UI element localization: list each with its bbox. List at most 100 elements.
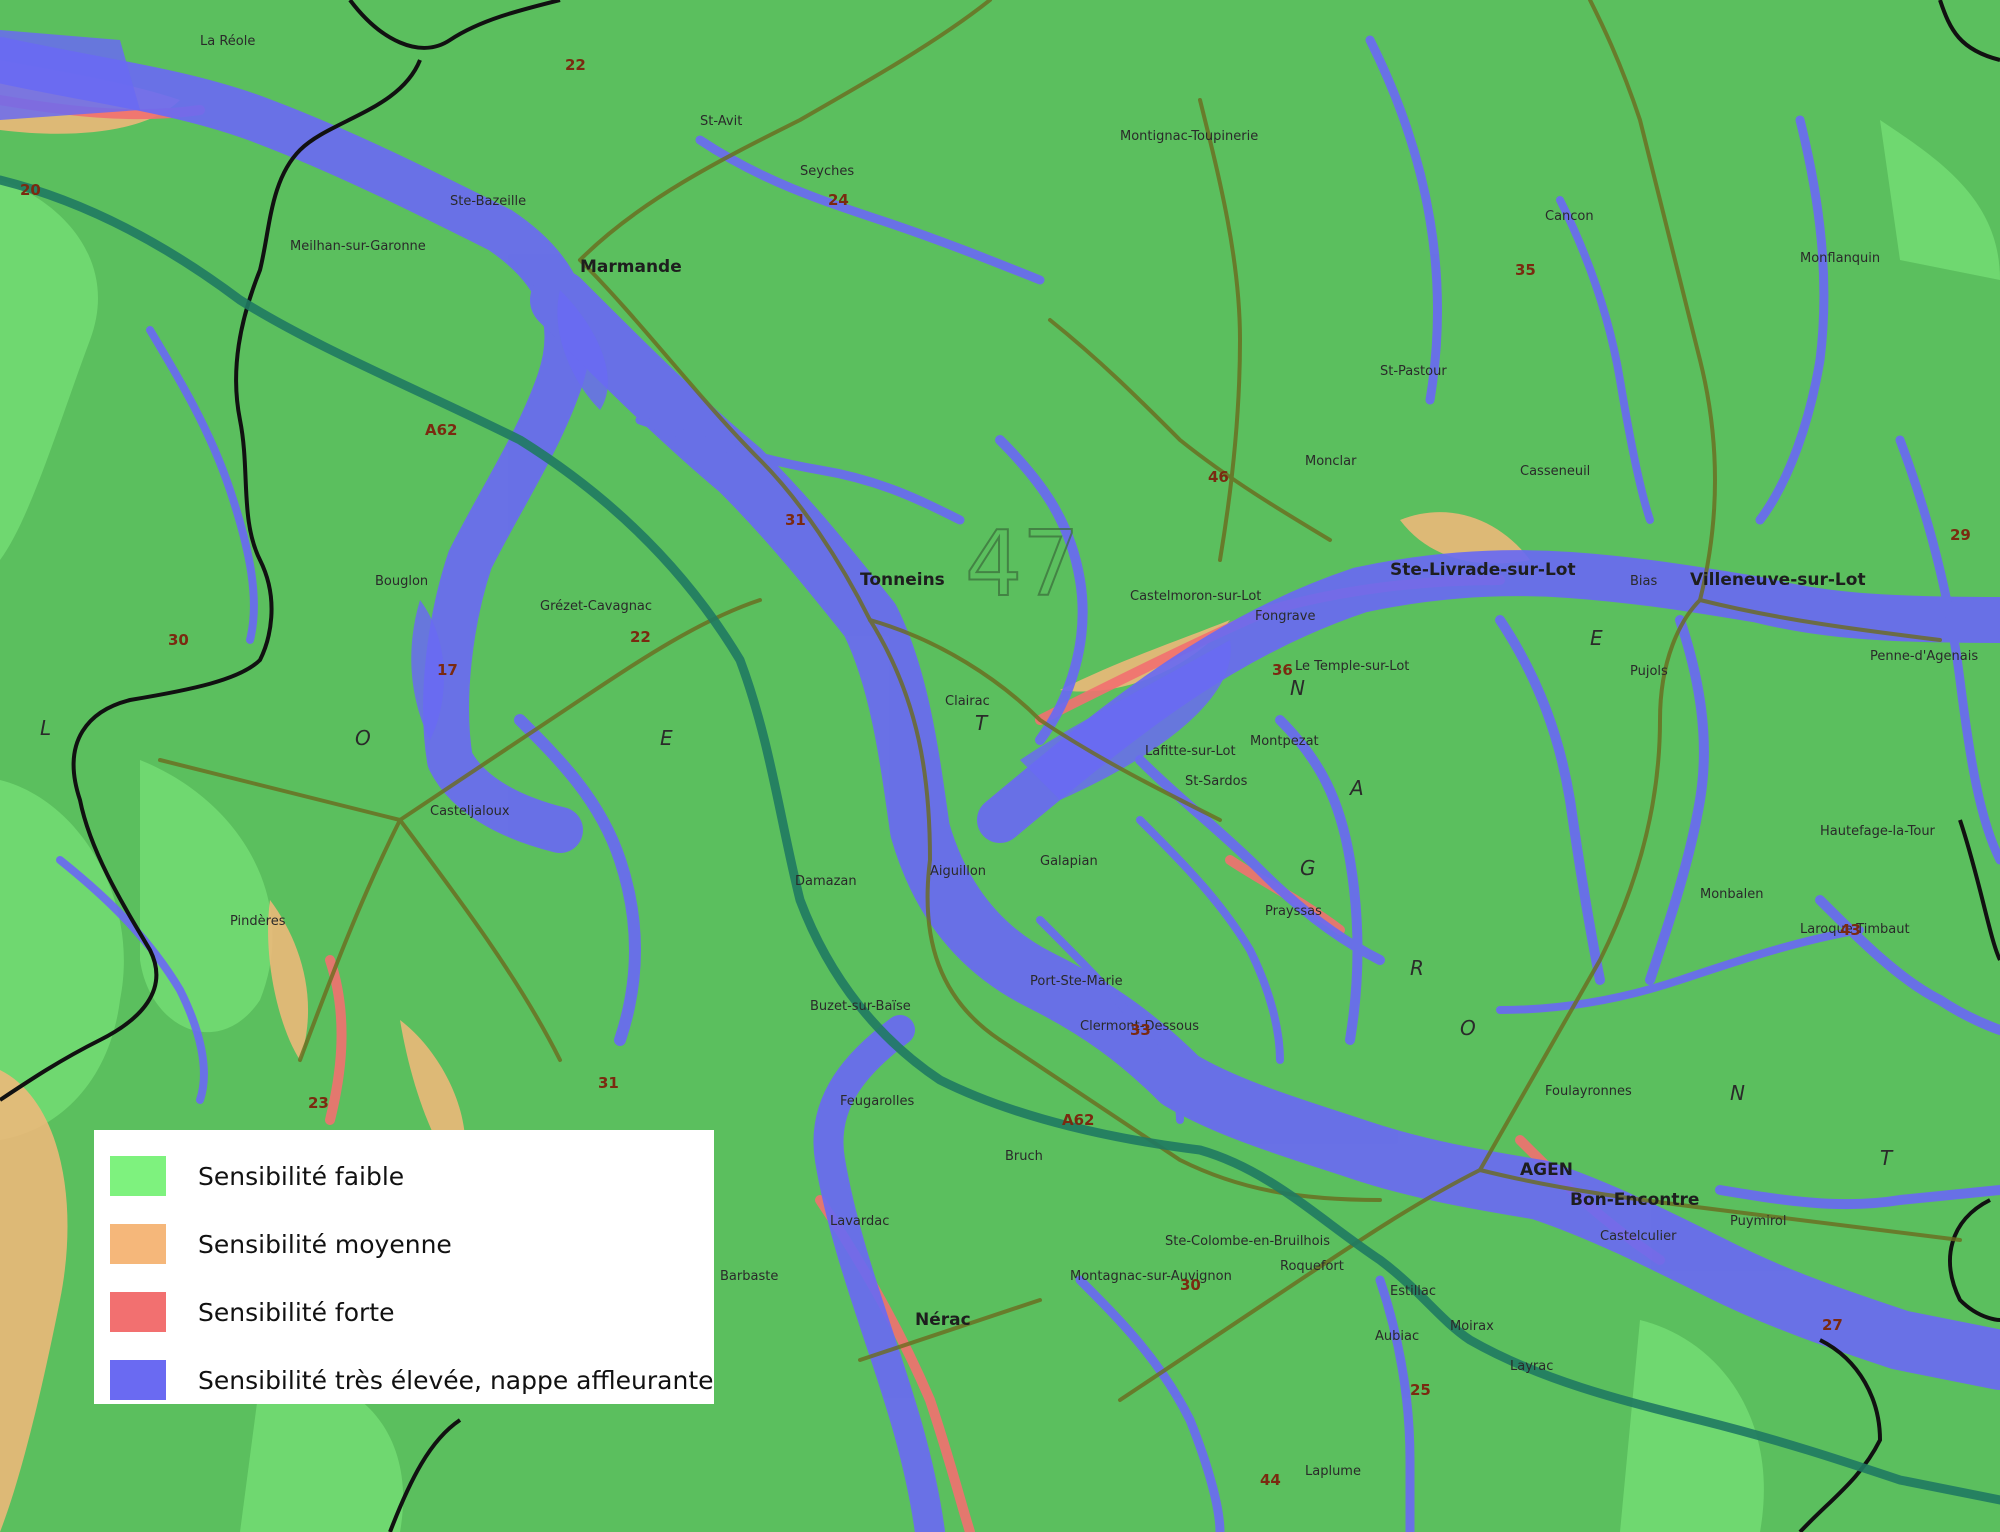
place-laplume: Laplume [1305, 1464, 1361, 1479]
place-port-ste-marie: Port-Ste-Marie [1030, 974, 1123, 989]
place-bouglon: Bouglon [375, 574, 428, 589]
place-montpezat: Montpezat [1250, 734, 1319, 749]
svg-text:24: 24 [828, 191, 849, 209]
svg-text:23: 23 [308, 1094, 329, 1112]
svg-text:35: 35 [1515, 261, 1536, 279]
svg-text:O: O [355, 726, 371, 750]
place-ste-bazeille: Ste-Bazeille [450, 194, 526, 209]
place-damazan: Damazan [795, 874, 857, 889]
place-galapian: Galapian [1040, 854, 1098, 869]
legend-label: Sensibilité forte [198, 1297, 395, 1327]
place-casteljaloux: Casteljaloux [430, 804, 510, 819]
place-penne: Penne-d'Agenais [1870, 649, 1978, 664]
svg-text:G: G [1300, 856, 1316, 880]
svg-text:22: 22 [630, 628, 651, 646]
place-casseneuil: Casseneuil [1520, 464, 1590, 479]
place-roquefort: Roquefort [1280, 1259, 1344, 1274]
legend-item-moyenne: Sensibilité moyenne [110, 1210, 714, 1278]
place-castelmoron: Castelmoron-sur-Lot [1130, 589, 1261, 604]
svg-text:43: 43 [1840, 921, 1861, 939]
place-st-avit: St-Avit [700, 114, 742, 129]
place-pinderes: Pindères [230, 914, 286, 929]
legend-swatch [110, 1224, 166, 1264]
place-hautefage: Hautefage-la-Tour [1820, 824, 1936, 839]
legend-swatch [110, 1292, 166, 1332]
place-monflanquin: Monflanquin [1800, 251, 1880, 266]
svg-text:17: 17 [437, 661, 458, 679]
place-le-temple: Le Temple-sur-Lot [1295, 659, 1409, 674]
svg-text:R: R [1410, 956, 1424, 980]
place-fongrave: Fongrave [1255, 609, 1315, 624]
place-agen: AGEN [1520, 1160, 1573, 1180]
place-buzet: Buzet-sur-Baïse [810, 999, 911, 1014]
svg-text:A62: A62 [425, 421, 457, 439]
place-castelculier: Castelculier [1600, 1229, 1677, 1244]
place-cancon: Cancon [1545, 209, 1594, 224]
place-bruch: Bruch [1005, 1149, 1043, 1164]
svg-text:E: E [660, 726, 673, 750]
place-seyches: Seyches [800, 164, 854, 179]
svg-text:29: 29 [1950, 526, 1971, 544]
place-aubiac: Aubiac [1375, 1329, 1419, 1344]
place-monbalen: Monbalen [1700, 887, 1763, 902]
place-nerac: Nérac [915, 1310, 971, 1330]
svg-text:T: T [1880, 1146, 1894, 1170]
place-villeneuve: Villeneuve-sur-Lot [1690, 570, 1866, 590]
svg-text:30: 30 [1180, 1276, 1201, 1294]
svg-text:A: A [1348, 776, 1364, 800]
place-layrac: Layrac [1510, 1359, 1553, 1374]
legend-label: Sensibilité moyenne [198, 1229, 452, 1259]
place-bon-encontre: Bon-Encontre [1570, 1190, 1699, 1210]
svg-text:O: O [1460, 1016, 1476, 1040]
legend-item-forte: Sensibilité forte [110, 1278, 714, 1346]
svg-text:31: 31 [598, 1074, 619, 1092]
place-pujols: Pujols [1630, 664, 1668, 679]
svg-text:N: N [1730, 1081, 1745, 1105]
place-la-reole: La Réole [200, 34, 255, 49]
place-estillac: Estillac [1390, 1284, 1436, 1299]
svg-text:20: 20 [20, 181, 41, 199]
legend-label: Sensibilité très élevée, nappe affleuran… [198, 1365, 714, 1395]
department-number: 47 [964, 511, 1081, 618]
place-montignac: Montignac-Toupinerie [1120, 129, 1258, 144]
svg-text:44: 44 [1260, 1471, 1281, 1489]
place-barbaste: Barbaste [720, 1269, 778, 1284]
svg-text:E: E [1590, 626, 1603, 650]
sensitivity-map: Marmande Tonneins AGEN Villeneuve-sur-Lo… [0, 0, 2000, 1532]
place-grezet: Grézet-Cavagnac [540, 599, 652, 614]
legend-swatch [110, 1156, 166, 1196]
place-marmande: Marmande [580, 257, 682, 277]
svg-text:27: 27 [1822, 1316, 1843, 1334]
place-ste-livrade: Ste-Livrade-sur-Lot [1390, 560, 1576, 580]
svg-text:L: L [40, 716, 51, 740]
place-lafitte: Lafitte-sur-Lot [1145, 744, 1236, 759]
place-clairac: Clairac [945, 694, 990, 709]
place-puymirol: Puymirol [1730, 1214, 1786, 1229]
place-bias: Bias [1630, 574, 1657, 589]
place-ste-colombe: Ste-Colombe-en-Bruilhois [1165, 1234, 1330, 1249]
place-lavardac: Lavardac [830, 1214, 889, 1229]
place-monclar: Monclar [1305, 454, 1357, 469]
place-st-pastour: St-Pastour [1380, 364, 1447, 379]
place-montagnac: Montagnac-sur-Auvignon [1070, 1269, 1232, 1284]
place-foulayronnes: Foulayronnes [1545, 1084, 1632, 1099]
svg-text:31: 31 [785, 511, 806, 529]
legend-swatch [110, 1360, 166, 1400]
place-feugarolles: Feugarolles [840, 1094, 914, 1109]
legend-item-tres-elevee: Sensibilité très élevée, nappe affleuran… [110, 1346, 714, 1414]
svg-text:30: 30 [168, 631, 189, 649]
svg-text:33: 33 [1130, 1021, 1151, 1039]
svg-text:47: 47 [965, 512, 1080, 617]
legend-label: Sensibilité faible [198, 1161, 405, 1191]
map-legend: Sensibilité faible Sensibilité moyenne S… [94, 1130, 714, 1404]
place-st-sardos: St-Sardos [1185, 774, 1248, 789]
legend-item-faible: Sensibilité faible [110, 1142, 714, 1210]
place-meilhan: Meilhan-sur-Garonne [290, 239, 426, 254]
svg-text:22: 22 [565, 56, 586, 74]
place-prayssas: Prayssas [1265, 904, 1322, 919]
svg-text:46: 46 [1208, 468, 1229, 486]
place-aiguillon: Aiguillon [930, 864, 986, 879]
svg-text:T: T [975, 711, 989, 735]
place-tonneins: Tonneins [860, 570, 945, 590]
svg-text:25: 25 [1410, 1381, 1431, 1399]
